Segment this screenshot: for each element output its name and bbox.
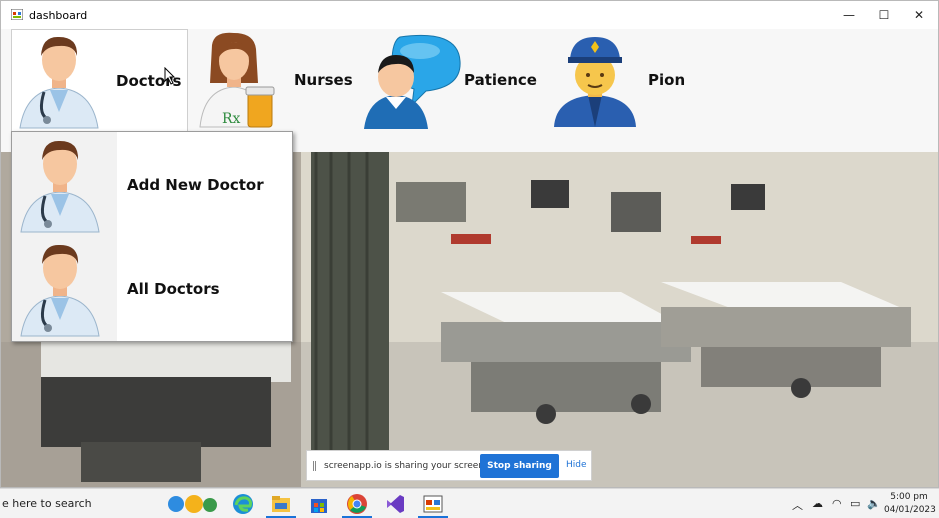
close-button[interactable]: ✕	[901, 1, 937, 29]
onedrive-cloud-icon[interactable]: ☁	[812, 497, 823, 510]
volume-icon[interactable]: 🔈	[867, 497, 881, 510]
doctor-icon	[19, 36, 99, 129]
window-title: dashboard	[29, 9, 88, 22]
taskbar-search-box[interactable]: e here to search	[2, 497, 92, 510]
taskbar: e here to search ︿ ☁ ◠ ▭ 🔈 5:00 pm 04/01…	[0, 488, 939, 518]
chrome-icon[interactable]	[346, 493, 368, 515]
store-icon[interactable]	[308, 493, 330, 515]
file-explorer-icon[interactable]	[270, 493, 292, 515]
doctors-dropdown-menu: Add New Doctor All Doctors	[11, 131, 293, 342]
dashboard-window: dashboard — ☐ ✕ Doctors Rx Nurses Patien…	[0, 0, 939, 488]
dropdown-item-all-doctors[interactable]: All Doctors	[12, 236, 292, 340]
menu-doctors[interactable]: Doctors	[11, 29, 188, 131]
clock-date: 04/01/2023	[884, 505, 936, 515]
dropdown-label-add-new-doctor: Add New Doctor	[127, 176, 264, 194]
police-officer-icon	[554, 37, 636, 127]
dropdown-label-all-doctors: All Doctors	[127, 280, 220, 298]
maximize-icon: ☐	[878, 8, 890, 22]
nurse-icon: Rx	[199, 32, 275, 128]
menu-nurses[interactable]: Rx Nurses	[188, 29, 360, 131]
menu-patience[interactable]: Patience	[360, 29, 542, 131]
patient-chat-icon	[364, 34, 461, 129]
edge-icon[interactable]	[232, 493, 254, 515]
menu-label-pion: Pion	[648, 71, 686, 89]
clock-time: 5:00 pm	[890, 492, 928, 502]
stop-sharing-button[interactable]: Stop sharing	[480, 454, 559, 478]
mouse-cursor-icon	[164, 67, 176, 85]
winforms-app-icon[interactable]	[422, 493, 444, 515]
screen-sharing-bar: screenapp.io is sharing your screen. Sto…	[306, 450, 592, 481]
title-bar: dashboard — ☐ ✕	[1, 1, 938, 29]
menu-pion[interactable]: Pion	[542, 29, 702, 131]
app-icon	[11, 9, 23, 20]
wifi-icon[interactable]: ◠	[832, 497, 842, 510]
system-clock[interactable]: 5:00 pm 04/01/2023	[884, 491, 936, 517]
minimize-icon: —	[843, 8, 855, 22]
chevron-up-icon[interactable]: ︿	[792, 497, 803, 513]
visual-studio-icon[interactable]	[384, 493, 406, 515]
drag-handle-icon[interactable]	[313, 460, 316, 471]
menu-label-nurses: Nurses	[294, 71, 353, 89]
svg-text:Rx: Rx	[222, 111, 241, 127]
maximize-button[interactable]: ☐	[866, 1, 902, 29]
sharing-status-text: screenapp.io is sharing your screen.	[324, 460, 487, 471]
doctor-icon	[20, 140, 100, 233]
hide-sharing-bar-link[interactable]: Hide	[566, 460, 587, 470]
battery-icon[interactable]: ▭	[850, 497, 860, 510]
doctor-icon	[20, 244, 100, 337]
menu-label-patience: Patience	[464, 71, 537, 89]
weather-icon[interactable]	[162, 493, 220, 515]
dropdown-item-add-new-doctor[interactable]: Add New Doctor	[12, 132, 292, 236]
minimize-button[interactable]: —	[831, 1, 867, 29]
close-icon: ✕	[913, 8, 925, 22]
